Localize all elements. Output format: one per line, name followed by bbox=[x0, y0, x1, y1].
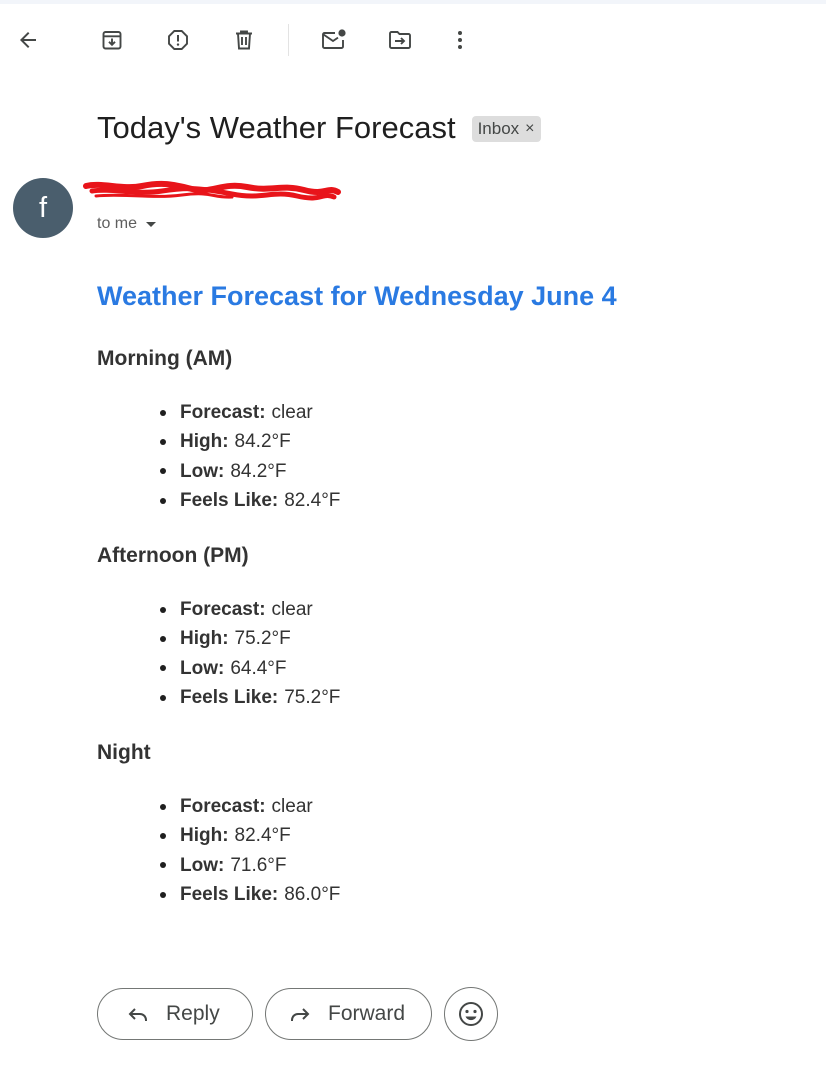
bullet bbox=[160, 832, 166, 839]
mark-unread-icon bbox=[322, 29, 346, 49]
item-key: High: bbox=[180, 431, 229, 453]
item-value: 82.4°F bbox=[234, 825, 291, 847]
reply-icon bbox=[128, 1008, 147, 1021]
bullet bbox=[160, 409, 166, 416]
report-spam-icon bbox=[168, 30, 188, 50]
item-value: clear bbox=[271, 796, 313, 817]
redacted-sender-name bbox=[83, 180, 341, 201]
recipient-details-toggle[interactable]: to me bbox=[97, 212, 157, 236]
reply-label: Reply bbox=[166, 1002, 220, 1025]
item-key: Low: bbox=[180, 460, 225, 482]
label-chip-inbox[interactable]: Inbox × bbox=[471, 116, 541, 142]
bullet bbox=[160, 438, 166, 445]
forward-label: Forward bbox=[328, 1002, 406, 1025]
bullet bbox=[160, 606, 166, 613]
afternoon-list: Forecast: clear High: 75.2°F Low: 64.4°F Fe… bbox=[160, 595, 340, 712]
item-key: Forecast: bbox=[180, 599, 266, 620]
item-value: 71.6°F bbox=[230, 854, 287, 876]
forward-button[interactable]: Forward bbox=[265, 988, 432, 1040]
item-value: 75.2°F bbox=[284, 686, 341, 708]
bullet bbox=[160, 468, 166, 475]
bullet bbox=[160, 891, 166, 898]
bullet bbox=[160, 665, 166, 672]
item-key: Forecast: bbox=[180, 402, 266, 423]
night-list: Forecast: clear High: 82.4°F Low: 71.6°F Fe… bbox=[160, 792, 340, 909]
item-key: Low: bbox=[180, 657, 225, 679]
item-key: Low: bbox=[180, 854, 225, 876]
back-button[interactable] bbox=[8, 20, 48, 60]
archive-icon bbox=[102, 31, 122, 50]
label-chip-text: Inbox bbox=[477, 119, 520, 138]
more-vert-icon bbox=[458, 31, 462, 49]
list-item: High: 82.4°F bbox=[160, 821, 340, 850]
item-value: 86.0°F bbox=[284, 883, 341, 905]
email-body: Weather Forecast for Wednesday June 4 Mo… bbox=[97, 274, 797, 905]
toolbar-separator bbox=[288, 24, 289, 56]
bullet bbox=[160, 635, 166, 642]
message-toolbar bbox=[0, 4, 826, 76]
subject-row: Today's Weather Forecast Inbox × bbox=[97, 106, 541, 150]
bullet bbox=[160, 862, 166, 869]
bullet bbox=[160, 497, 166, 504]
trash-icon bbox=[236, 30, 252, 50]
sender-avatar[interactable]: f bbox=[13, 178, 73, 238]
list-item: Feels Like: 82.4°F bbox=[160, 486, 340, 515]
reply-actions: Reply Forward bbox=[97, 987, 498, 1041]
item-key: Forecast: bbox=[180, 796, 266, 817]
move-to-icon bbox=[389, 31, 411, 49]
archive-button[interactable] bbox=[92, 20, 132, 60]
mark-unread-button[interactable] bbox=[314, 20, 354, 60]
list-item: Forecast: clear bbox=[160, 398, 340, 427]
list-item: Forecast: clear bbox=[160, 595, 340, 624]
item-key: Feels Like: bbox=[180, 883, 279, 905]
item-key: Feels Like: bbox=[180, 489, 279, 511]
item-value: 84.2°F bbox=[230, 460, 287, 482]
section-title-night: Night bbox=[97, 741, 151, 764]
list-item: Low: 71.6°F bbox=[160, 851, 340, 880]
item-value: clear bbox=[271, 402, 313, 423]
item-value: 64.4°F bbox=[230, 657, 287, 679]
bullet bbox=[160, 803, 166, 810]
item-value: 84.2°F bbox=[234, 431, 291, 453]
delete-button[interactable] bbox=[224, 20, 264, 60]
more-options-button[interactable] bbox=[440, 20, 480, 60]
item-key: High: bbox=[180, 825, 229, 847]
sender-initial: f bbox=[38, 191, 48, 224]
report-spam-button[interactable] bbox=[158, 20, 198, 60]
reply-button[interactable]: Reply bbox=[97, 988, 253, 1040]
item-value: clear bbox=[271, 599, 313, 620]
back-arrow-icon bbox=[20, 32, 36, 48]
item-key: Feels Like: bbox=[180, 686, 279, 708]
list-item: Low: 84.2°F bbox=[160, 457, 340, 486]
list-item: High: 75.2°F bbox=[160, 624, 340, 653]
list-item: Low: 64.4°F bbox=[160, 654, 340, 683]
item-key: High: bbox=[180, 628, 229, 650]
recipient-text: to me bbox=[97, 215, 138, 232]
emoji-reaction-button[interactable] bbox=[444, 987, 498, 1041]
list-item: Forecast: clear bbox=[160, 792, 340, 821]
emoji-reaction-icon bbox=[459, 1002, 483, 1026]
morning-list: Forecast: clear High: 84.2°F Low: 84.2°F Fe… bbox=[160, 398, 340, 515]
list-item: High: 84.2°F bbox=[160, 427, 340, 456]
bullet bbox=[160, 694, 166, 701]
remove-label-icon[interactable]: × bbox=[525, 120, 534, 138]
forecast-headline: Weather Forecast for Wednesday June 4 bbox=[97, 281, 617, 311]
item-value: 82.4°F bbox=[284, 489, 341, 511]
list-item: Feels Like: 75.2°F bbox=[160, 683, 340, 712]
forward-icon bbox=[291, 1008, 310, 1021]
item-value: 75.2°F bbox=[234, 628, 291, 650]
section-title-afternoon: Afternoon (PM) bbox=[97, 544, 249, 567]
caret-down-icon bbox=[146, 221, 157, 227]
move-to-button[interactable] bbox=[380, 20, 420, 60]
email-subject: Today's Weather Forecast bbox=[97, 110, 456, 145]
section-title-morning: Morning (AM) bbox=[97, 347, 233, 370]
list-item: Feels Like: 86.0°F bbox=[160, 880, 340, 909]
